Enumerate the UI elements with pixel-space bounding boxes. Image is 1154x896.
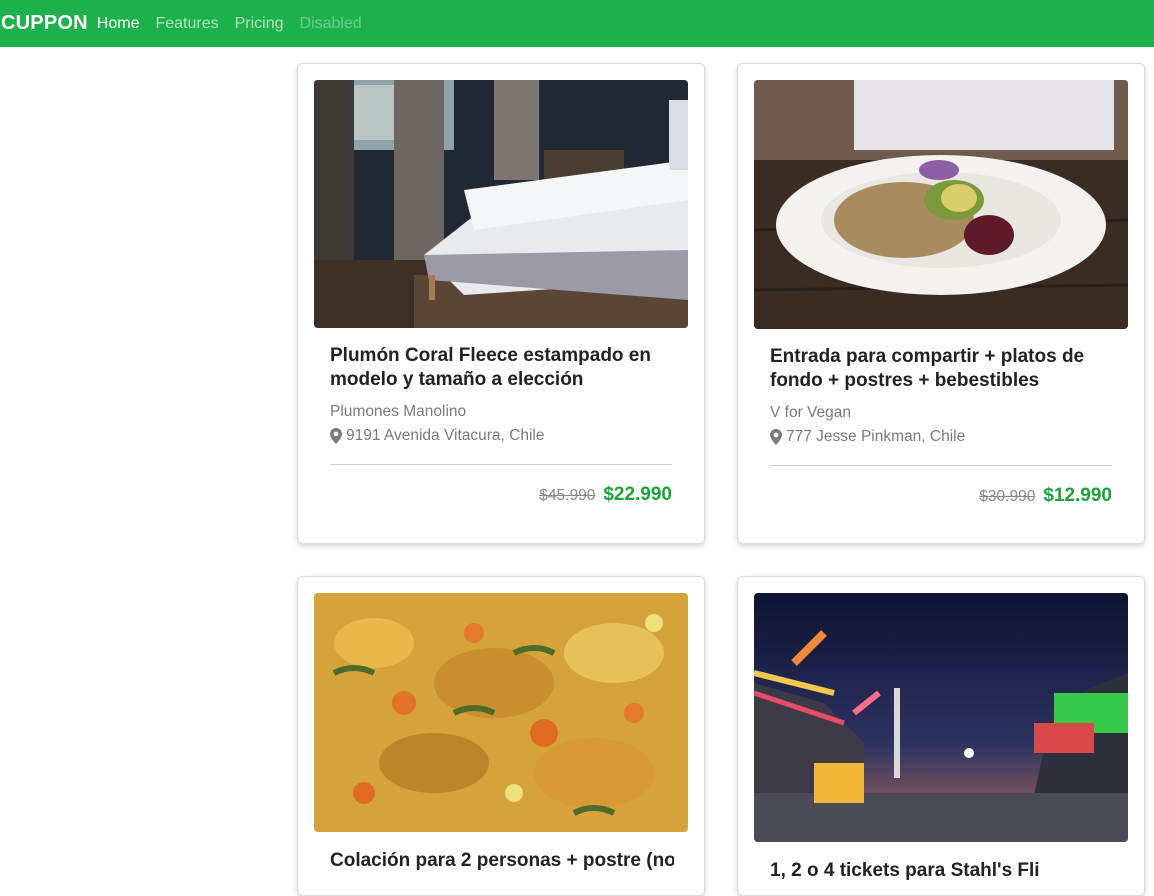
card-divider <box>330 464 672 465</box>
nav-disabled: Disabled <box>299 14 362 32</box>
deal-card[interactable]: Plumón Coral Fleece estampado en modelo … <box>297 63 705 544</box>
bedroom-photo[interactable] <box>314 80 688 328</box>
brand-logo[interactable]: CUPPON <box>0 12 88 35</box>
merchant-address: 777 Jesse Pinkman, Chile <box>770 428 965 446</box>
deal-title[interactable]: Plumón Coral Fleece estampado en modelo … <box>330 344 674 392</box>
nav-features[interactable]: Features <box>155 15 218 33</box>
merchant-name: V for Vegan <box>770 404 852 421</box>
deal-title[interactable]: Entrada para compartir + platos de fondo… <box>770 345 1114 393</box>
merchant-address: 9191 Avenida Vitacura, Chile <box>330 427 545 445</box>
top-navbar: CUPPON Home Features Pricing Disabled <box>0 0 1154 47</box>
discount-price: $22.990 <box>603 484 672 505</box>
deal-title[interactable]: Colación para 2 personas + postre (no <box>330 849 674 873</box>
stew-photo[interactable] <box>314 593 688 832</box>
vegan-plate-photo[interactable] <box>754 80 1128 329</box>
deal-card[interactable]: Colación para 2 personas + postre (no <box>297 576 705 896</box>
address-text: 777 Jesse Pinkman, Chile <box>786 428 966 445</box>
merchant-name: Plumones Manolino <box>330 403 467 420</box>
original-price: $45.990 <box>539 487 596 504</box>
nav-pricing[interactable]: Pricing <box>235 15 284 33</box>
price-row: $45.990 $22.990 <box>539 484 672 506</box>
price-row: $30.990 $12.990 <box>979 485 1112 507</box>
deal-title[interactable]: 1, 2 o 4 tickets para Stahl's Fli <box>770 859 1114 883</box>
card-divider <box>770 465 1112 466</box>
nav-home[interactable]: Home <box>97 15 140 33</box>
deal-card[interactable]: 1, 2 o 4 tickets para Stahl's Fli <box>737 576 1145 896</box>
map-marker-icon <box>330 428 342 444</box>
fair-night-photo[interactable] <box>754 593 1128 842</box>
address-text: 9191 Avenida Vitacura, Chile <box>346 427 545 444</box>
deal-card[interactable]: Entrada para compartir + platos de fondo… <box>737 63 1145 544</box>
map-marker-icon <box>770 429 782 445</box>
original-price: $30.990 <box>979 488 1036 505</box>
discount-price: $12.990 <box>1043 485 1112 506</box>
